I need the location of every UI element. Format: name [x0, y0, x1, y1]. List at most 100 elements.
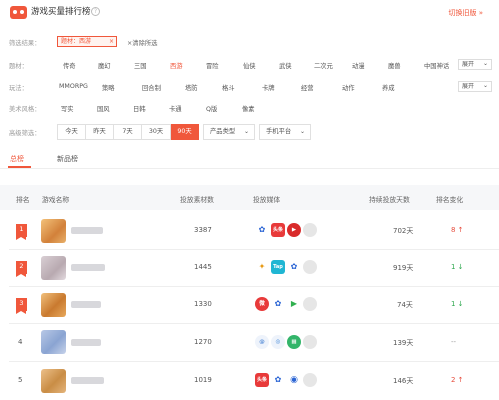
- rank-number: 5: [18, 376, 23, 384]
- rank-change: 2 ↑: [451, 376, 464, 384]
- gameplay-filter-options: MMORPG 策略 回合制 塔防 格斗 卡牌 经营 动作 养成: [0, 83, 499, 93]
- duration-days: 74天: [397, 301, 413, 309]
- theme-option[interactable]: 三国: [134, 61, 147, 70]
- theme-filter-options: 传奇 魔幻 三国 西游 冒险 仙侠 武侠 二次元 动漫 魔兽 中国神话: [0, 61, 499, 71]
- duration-days: 702天: [393, 227, 414, 235]
- gameplay-option[interactable]: 回合制: [142, 83, 161, 92]
- page-title: 游戏买量排行榜: [31, 7, 91, 17]
- theme-option-active[interactable]: 西游: [170, 61, 183, 70]
- art-style-option[interactable]: 日韩: [133, 104, 146, 113]
- row-divider: [9, 249, 499, 250]
- theme-option[interactable]: 二次元: [314, 61, 333, 70]
- day-range-yesterday-button[interactable]: 昨天: [86, 124, 114, 140]
- theme-option[interactable]: 冒险: [206, 61, 219, 70]
- column-header-media: 投放媒体: [253, 196, 281, 204]
- rank-badge: 2: [16, 261, 27, 277]
- game-thumbnail[interactable]: [41, 369, 66, 393]
- day-range-today-button[interactable]: 今天: [57, 124, 86, 140]
- more-media-icon[interactable]: [303, 297, 317, 311]
- gameplay-option[interactable]: 养成: [382, 83, 395, 92]
- game-name-blurred[interactable]: [71, 339, 101, 346]
- product-type-label: 产品类型: [210, 128, 236, 135]
- more-media-icon[interactable]: [303, 373, 317, 387]
- game-thumbnail[interactable]: [41, 293, 66, 317]
- theme-option[interactable]: 传奇: [63, 61, 76, 70]
- baidu-icon: ✿: [255, 223, 269, 237]
- circle-icon: ◉: [287, 373, 301, 387]
- taptap-icon: Tap: [271, 260, 285, 274]
- column-header-duration: 持续投放天数: [369, 196, 410, 204]
- theme-option[interactable]: 动漫: [352, 61, 365, 70]
- app-logo-icon: [10, 6, 27, 19]
- platform-label: 手机平台: [266, 128, 292, 135]
- row-divider: [9, 286, 499, 287]
- gameplay-option[interactable]: 经营: [301, 83, 314, 92]
- game-thumbnail[interactable]: [41, 256, 66, 280]
- gameplay-option[interactable]: 塔防: [185, 83, 198, 92]
- more-media-icon[interactable]: [303, 335, 317, 349]
- gameplay-expand-dropdown[interactable]: 展开: [458, 81, 492, 92]
- game-thumbnail[interactable]: [41, 330, 66, 354]
- theme-option[interactable]: 仙侠: [243, 61, 256, 70]
- product-type-dropdown[interactable]: 产品类型 ⌄: [203, 124, 255, 140]
- help-icon[interactable]: ?: [91, 7, 100, 16]
- chevron-down-icon: ⌄: [243, 128, 249, 135]
- duration-days: 146天: [393, 377, 414, 385]
- art-style-option[interactable]: Q版: [206, 104, 217, 113]
- circle-icon: ◎: [271, 335, 285, 349]
- art-style-option[interactable]: 卡通: [169, 104, 182, 113]
- game-name-blurred[interactable]: [71, 301, 101, 308]
- theme-option[interactable]: 中国神话: [424, 61, 449, 70]
- tab-new-products[interactable]: 新品榜: [57, 154, 78, 164]
- baidu-icon: ✿: [287, 260, 301, 274]
- rank-badge: 1: [16, 224, 27, 240]
- gameplay-option[interactable]: 卡牌: [262, 83, 275, 92]
- tab-overall[interactable]: 总榜: [10, 154, 24, 164]
- platform-dropdown[interactable]: 手机平台 ⌄: [259, 124, 311, 140]
- column-header-rank-change: 排名变化: [436, 196, 464, 204]
- sina-icon: 微: [255, 297, 269, 311]
- materials-count: 3387: [194, 226, 212, 234]
- rank-change: --: [451, 338, 457, 346]
- close-icon[interactable]: ×: [109, 37, 114, 46]
- table-row[interactable]: 2 1445 ✦ Tap ✿ 919天 1 ↓: [0, 253, 499, 282]
- theme-option[interactable]: 魔幻: [98, 61, 111, 70]
- more-media-icon[interactable]: [303, 260, 317, 274]
- column-header-rank: 排名: [16, 196, 30, 204]
- tab-divider: [0, 168, 499, 169]
- theme-expand-dropdown[interactable]: 展开: [458, 59, 492, 70]
- rank-badge: 3: [16, 298, 27, 314]
- row-divider: [9, 323, 499, 324]
- day-range-90d-button[interactable]: 90天: [171, 124, 199, 140]
- game-name-blurred[interactable]: [71, 377, 104, 384]
- gameplay-option[interactable]: 格斗: [222, 83, 235, 92]
- table-row[interactable]: 1 3387 ✿ 头条 ▶ 702天 8 ↑: [0, 216, 499, 245]
- selected-filter-tag-label: 题材：西游: [61, 38, 92, 45]
- switch-old-version-link[interactable]: 切换旧版 »: [448, 8, 483, 18]
- uc-icon: ✦: [255, 260, 269, 274]
- theme-option[interactable]: 魔兽: [388, 61, 401, 70]
- table-row[interactable]: 3 1330 微 ✿ ▶ 74天 1 ↓: [0, 290, 499, 319]
- art-style-option[interactable]: 国风: [97, 104, 110, 113]
- gameplay-option[interactable]: MMORPG: [59, 83, 88, 90]
- gameplay-option[interactable]: 策略: [102, 83, 115, 92]
- day-range-30d-button[interactable]: 30天: [142, 124, 171, 140]
- rank-change: 1 ↓: [451, 263, 464, 271]
- column-header-materials: 投放素材数: [180, 196, 214, 204]
- materials-count: 1445: [194, 263, 212, 271]
- art-style-option[interactable]: 写实: [61, 104, 74, 113]
- game-name-blurred[interactable]: [71, 264, 105, 271]
- game-name-blurred[interactable]: [71, 227, 103, 234]
- day-range-7d-button[interactable]: 7天: [114, 124, 142, 140]
- art-style-option[interactable]: 像素: [242, 104, 255, 113]
- selected-filter-tag[interactable]: 题材：西游 ×: [57, 36, 117, 47]
- more-media-icon[interactable]: [303, 223, 317, 237]
- gameplay-option[interactable]: 动作: [342, 83, 355, 92]
- clear-filters-button[interactable]: ×清除所选: [127, 38, 157, 47]
- theme-option[interactable]: 武侠: [279, 61, 292, 70]
- materials-count: 1019: [194, 376, 212, 384]
- table-row[interactable]: 5 1019 头条 ✿ ◉ 146天 2 ↑: [0, 366, 499, 396]
- table-row[interactable]: 4 1270 @ ◎ ▦ 139天 --: [0, 327, 499, 357]
- game-thumbnail[interactable]: [41, 219, 66, 243]
- baidu-icon: ✿: [271, 373, 285, 387]
